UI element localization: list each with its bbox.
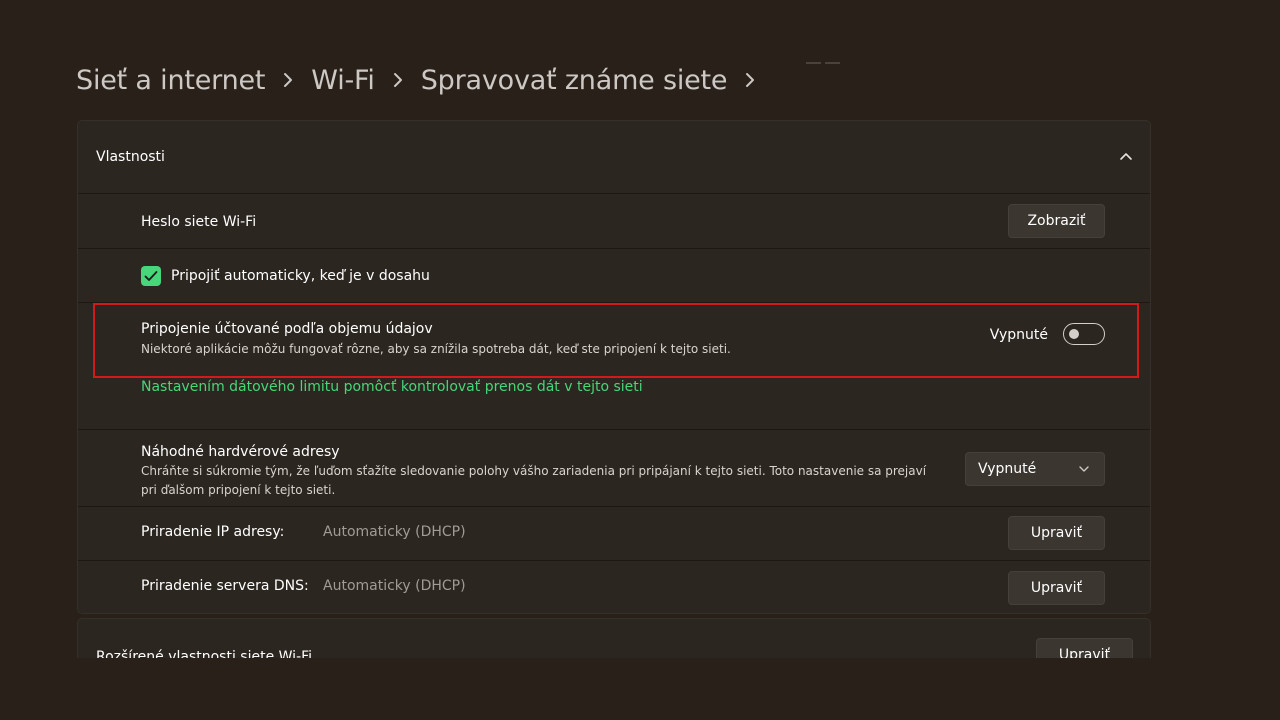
breadcrumb: Sieť a internet Wi-Fi Spravovať známe si… — [76, 58, 773, 102]
edit-ip-button[interactable]: Upraviť — [1008, 516, 1105, 550]
properties-title: Vlastnosti — [96, 149, 165, 165]
ip-value: Automaticky (DHCP) — [323, 524, 466, 540]
breadcrumb-obscured-text — [806, 62, 840, 66]
chevron-right-icon — [727, 58, 773, 102]
show-password-button[interactable]: Zobraziť — [1008, 204, 1105, 238]
breadcrumb-network-internet[interactable]: Sieť a internet — [76, 65, 265, 96]
properties-header[interactable]: Vlastnosti — [78, 121, 1150, 193]
dns-value: Automaticky (DHCP) — [323, 578, 466, 594]
password-row: Heslo siete Wi-Fi Zobraziť — [78, 193, 1150, 248]
edit-dns-button[interactable]: Upraviť — [1008, 571, 1105, 605]
chevron-up-icon[interactable] — [1118, 149, 1134, 163]
ip-label: Priradenie IP adresy: — [141, 524, 285, 540]
dns-label: Priradenie servera DNS: — [141, 578, 309, 594]
ip-row: Priradenie IP adresy: Automaticky (DHCP)… — [78, 506, 1150, 560]
password-label: Heslo siete Wi-Fi — [141, 214, 257, 230]
random-hw-row: Náhodné hardvérové adresy Chráňte si súk… — [78, 429, 1150, 506]
chevron-right-icon — [375, 58, 421, 102]
auto-connect-checkbox[interactable] — [141, 266, 161, 286]
highlight-box — [93, 303, 1139, 378]
random-hw-description: Chráňte si súkromie tým, že ľuďom sťažít… — [141, 464, 927, 497]
chevron-down-icon — [1079, 466, 1089, 472]
breadcrumb-known-networks[interactable]: Spravovať známe siete — [421, 65, 728, 96]
chevron-right-icon — [265, 58, 311, 102]
auto-connect-row: Pripojiť automaticky, keď je v dosahu — [78, 248, 1150, 302]
random-hw-select[interactable]: Vypnuté — [965, 452, 1105, 486]
data-limit-link[interactable]: Nastavením dátového limitu pomôcť kontro… — [141, 379, 643, 395]
bottom-cover — [0, 658, 1280, 720]
random-hw-label: Náhodné hardvérové adresy — [141, 444, 340, 460]
breadcrumb-wifi[interactable]: Wi-Fi — [311, 65, 375, 96]
dns-row: Priradenie servera DNS: Automaticky (DHC… — [78, 560, 1150, 613]
checkmark-icon — [144, 271, 158, 281]
random-hw-selected: Vypnuté — [978, 461, 1037, 477]
auto-connect-label: Pripojiť automaticky, keď je v dosahu — [171, 268, 430, 284]
